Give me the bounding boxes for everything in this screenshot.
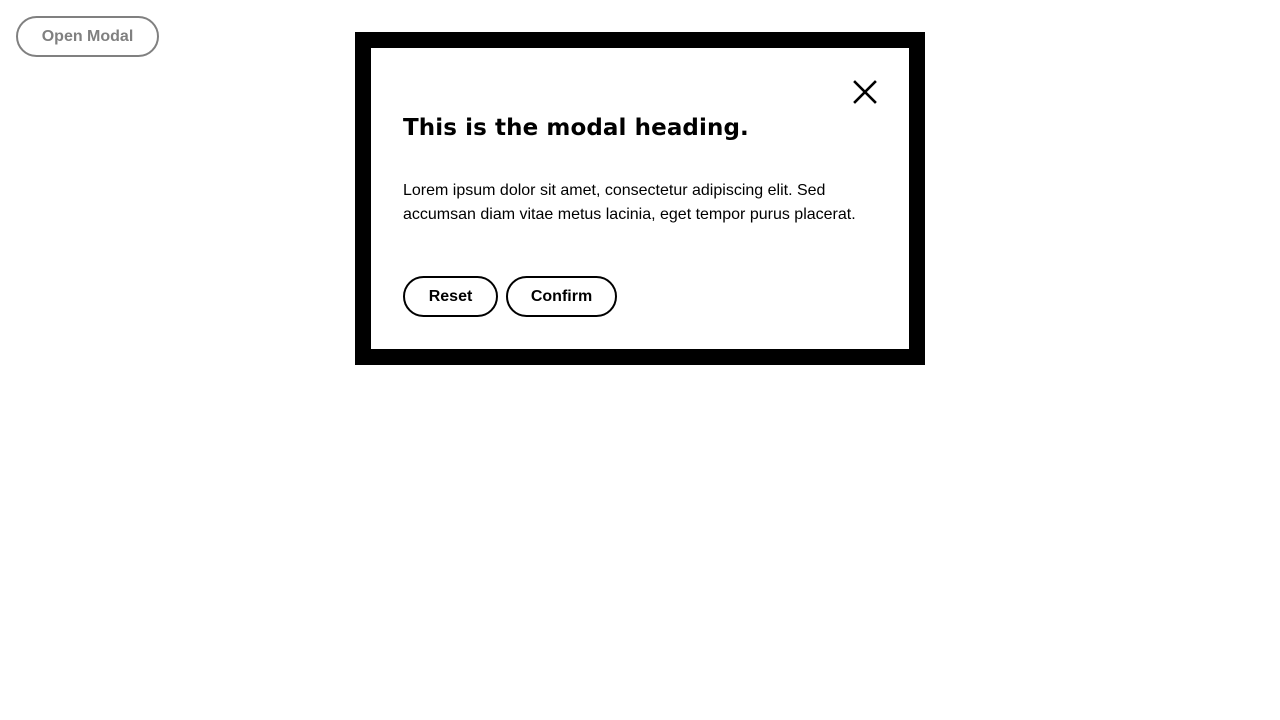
modal-content: This is the modal heading. Lorem ipsum d…: [371, 48, 909, 349]
page: Open Modal This is the modal heading. Lo…: [0, 0, 1280, 720]
modal-dialog: This is the modal heading. Lorem ipsum d…: [355, 32, 925, 365]
modal-actions: Reset Confirm: [403, 276, 617, 317]
open-modal-button[interactable]: Open Modal: [16, 16, 159, 57]
modal-body-text: Lorem ipsum dolor sit amet, consectetur …: [403, 182, 856, 223]
close-icon: [853, 80, 877, 104]
confirm-button[interactable]: Confirm: [506, 276, 617, 317]
close-button[interactable]: [853, 80, 877, 104]
reset-button[interactable]: Reset: [403, 276, 498, 317]
modal-heading: This is the modal heading.: [403, 115, 749, 141]
